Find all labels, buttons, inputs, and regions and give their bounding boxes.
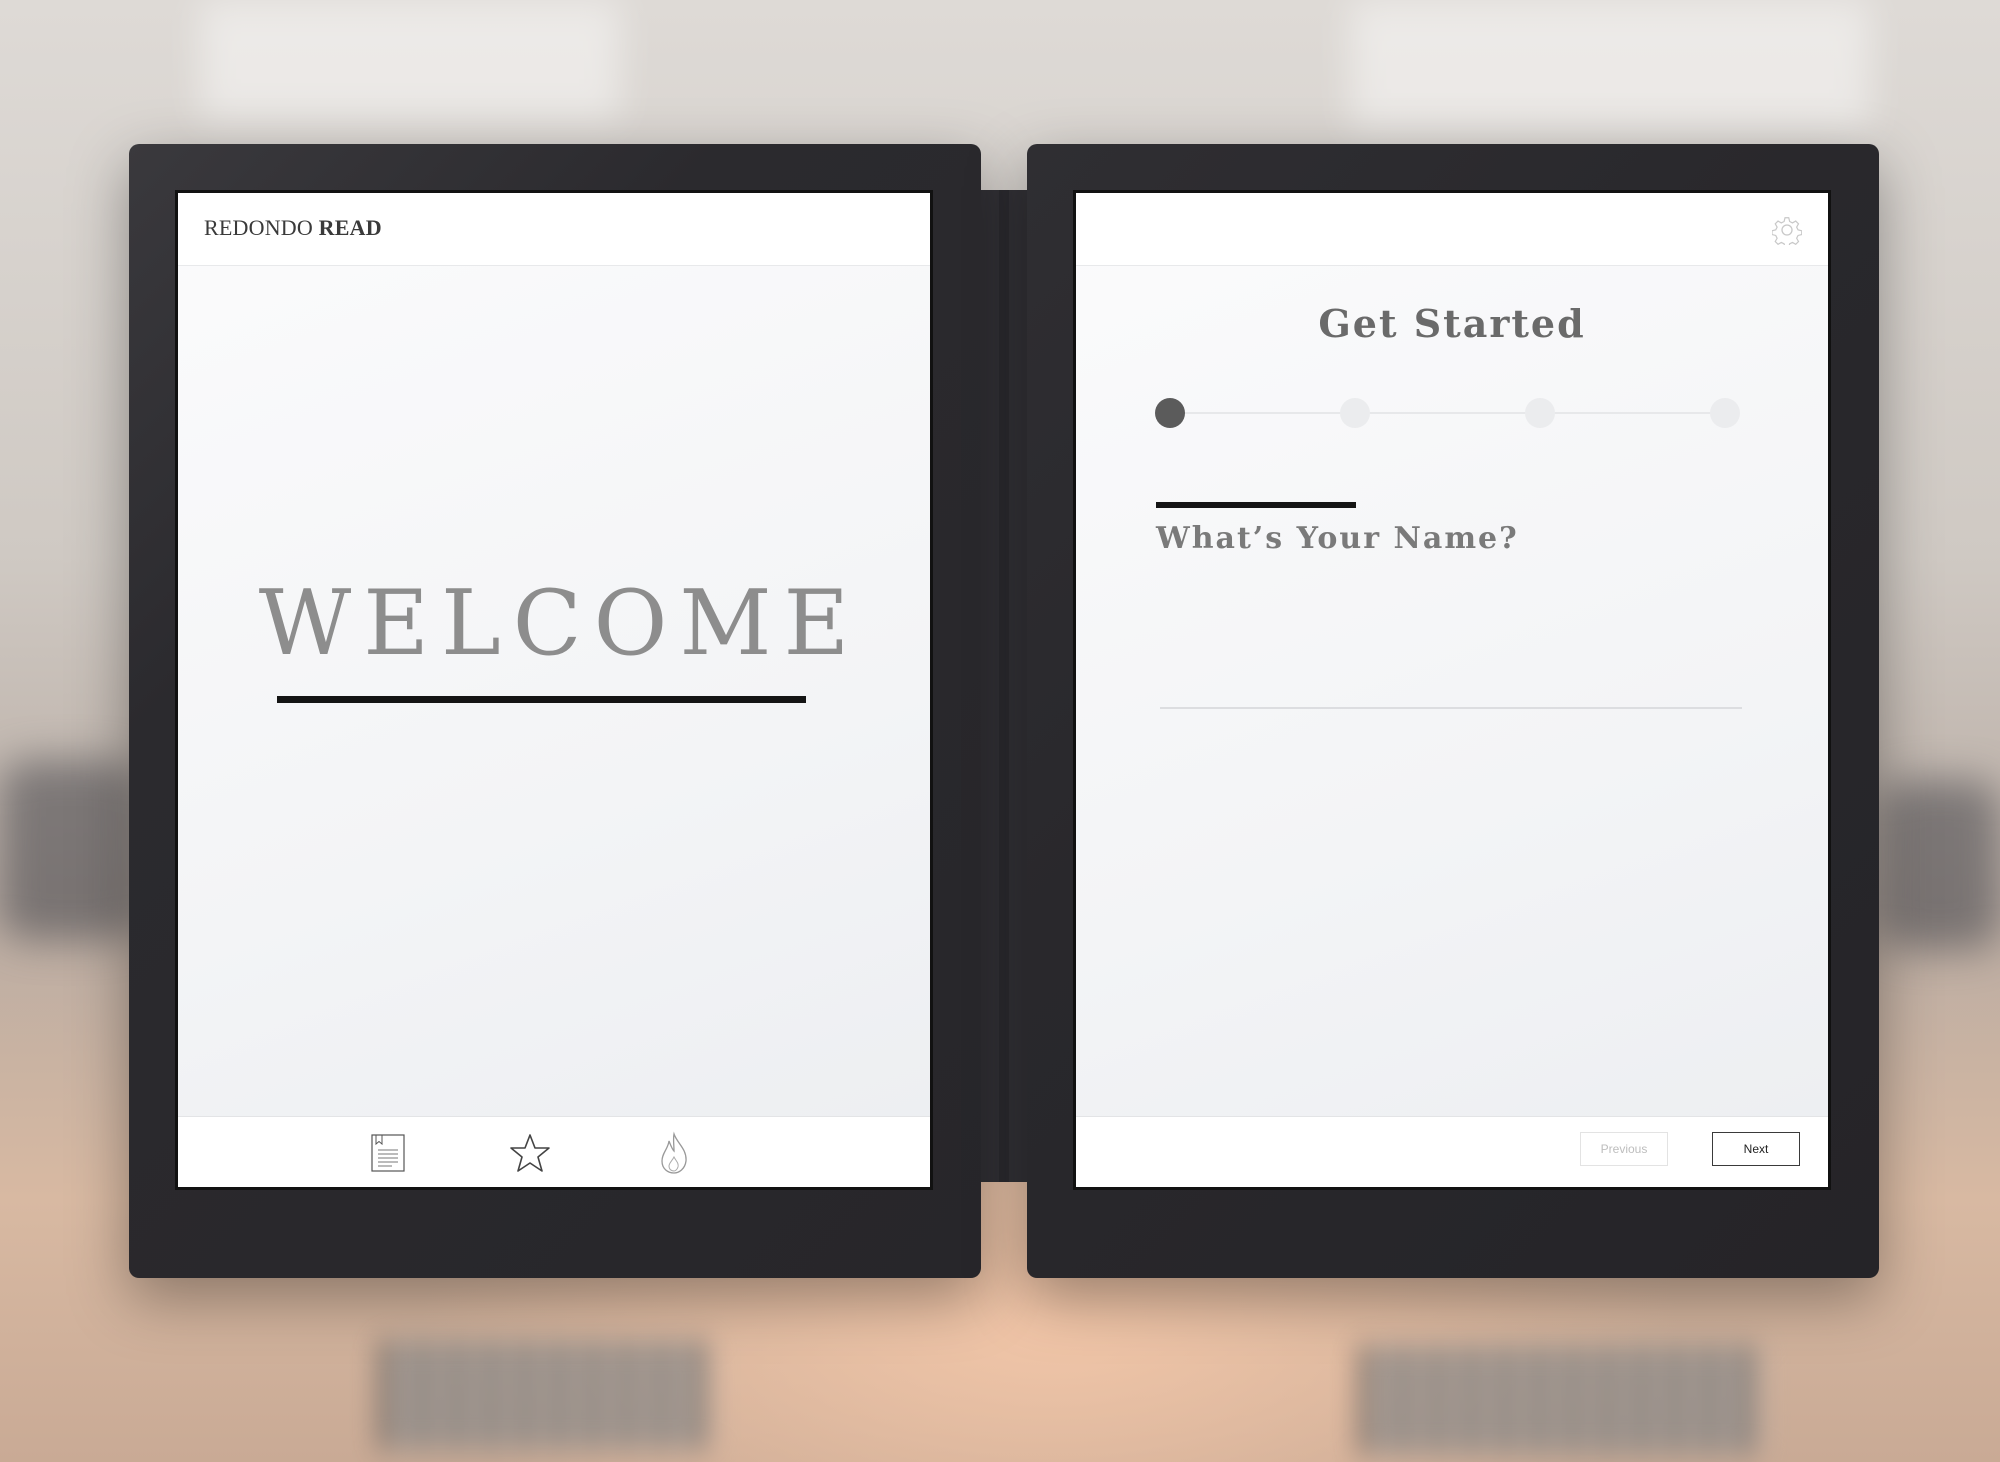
app-logo: REDONDO READ xyxy=(204,215,382,241)
flame-icon xyxy=(661,1131,687,1174)
next-button[interactable]: Next xyxy=(1712,1132,1800,1166)
background-rug xyxy=(380,1340,710,1450)
previous-button[interactable]: Previous xyxy=(1580,1132,1668,1166)
welcome-heading: WELCOME xyxy=(258,571,862,676)
library-nav-button[interactable] xyxy=(366,1131,410,1175)
background-chair xyxy=(0,760,140,940)
left-screen: REDONDO READ WELCOME xyxy=(175,190,933,1190)
brand-name-bold: READ xyxy=(318,215,382,240)
step-3-indicator xyxy=(1525,398,1555,428)
welcome-underline xyxy=(277,696,806,703)
device-hinge xyxy=(981,190,1027,1182)
brand-name-light: REDONDO xyxy=(204,215,313,240)
background-window xyxy=(200,0,620,120)
right-device: Get Started What’s Your Name? Previous N… xyxy=(1027,144,1879,1278)
right-top-bar xyxy=(1076,193,1828,266)
document-icon xyxy=(371,1134,405,1172)
settings-button[interactable] xyxy=(1771,215,1803,249)
trending-nav-button[interactable] xyxy=(652,1131,696,1175)
star-icon xyxy=(510,1134,550,1172)
favorites-nav-button[interactable] xyxy=(508,1131,552,1175)
step-2-indicator xyxy=(1340,398,1370,428)
right-screen: Get Started What’s Your Name? Previous N… xyxy=(1073,190,1831,1190)
name-input[interactable] xyxy=(1160,663,1742,709)
step-4-indicator xyxy=(1710,398,1740,428)
step-progress-track xyxy=(1170,412,1730,414)
bottom-nav-bar xyxy=(178,1116,930,1187)
question-accent-rule xyxy=(1156,502,1356,508)
get-started-title: Get Started xyxy=(1318,301,1586,346)
background-chair xyxy=(1880,780,2000,950)
background-rug xyxy=(1360,1345,1760,1455)
wizard-footer: Previous Next xyxy=(1076,1116,1828,1187)
name-question-label: What’s Your Name? xyxy=(1156,521,1519,556)
step-1-indicator xyxy=(1155,398,1185,428)
background-window xyxy=(1350,0,1870,130)
left-top-bar: REDONDO READ xyxy=(178,193,930,266)
left-device: REDONDO READ WELCOME xyxy=(129,144,981,1278)
gear-icon xyxy=(1771,217,1803,249)
